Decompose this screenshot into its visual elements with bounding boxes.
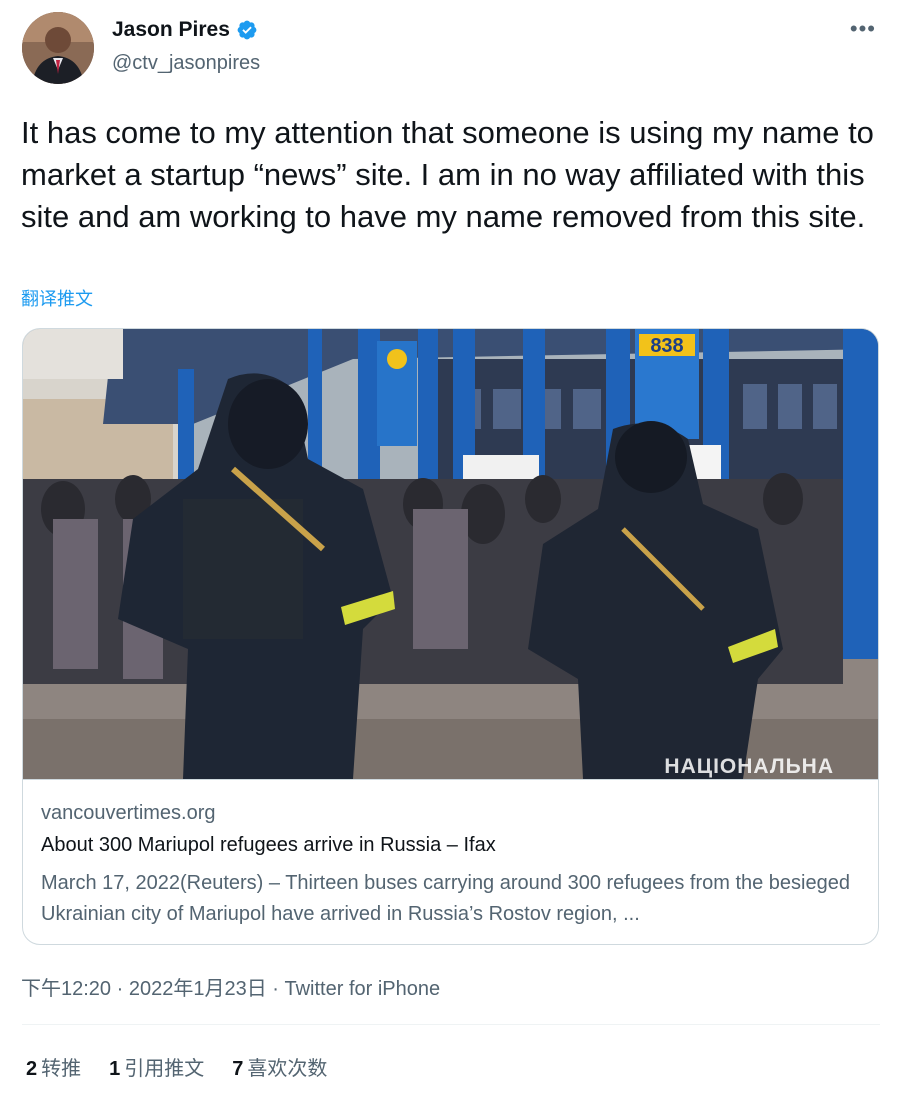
retweets-count: 2	[26, 1058, 38, 1080]
tweet-meta: 下午12:20 · 2022年1月23日 · Twitter for iPhon…	[21, 972, 440, 1001]
card-description: March 17, 2022(Reuters) – Thirteen buses…	[41, 872, 850, 925]
engagement-stats: 2 转推 1 引用推文 7 喜欢次数	[26, 1052, 355, 1081]
retweets-label: 转推	[41, 1058, 82, 1080]
likes-label: 喜欢次数	[247, 1058, 328, 1080]
meta-separator: ·	[266, 978, 285, 1000]
quotes-count: 1	[109, 1058, 121, 1080]
link-card[interactable]: 838 НАЦІОНАЛЬНА vancouvertimes.org About…	[22, 328, 879, 945]
verified-badge-icon	[237, 20, 257, 40]
avatar[interactable]	[22, 12, 94, 84]
card-body: vancouvertimes.org About 300 Mariupol re…	[23, 779, 878, 944]
card-image: 838 НАЦІОНАЛЬНА	[23, 329, 878, 779]
quotes-label: 引用推文	[124, 1058, 205, 1080]
retweets-stat[interactable]: 2 转推	[26, 1052, 81, 1081]
meta-separator: ·	[111, 978, 129, 1000]
author-name-row: Jason Pires	[112, 18, 258, 42]
tweet: Jason Pires @ctv_jasonpires ••• It has c…	[0, 0, 902, 1104]
tweet-date[interactable]: 2022年1月23日	[129, 978, 267, 1000]
card-domain: vancouvertimes.org	[41, 802, 216, 824]
divider	[22, 1024, 880, 1025]
taxi-sign-number: 838	[650, 335, 683, 357]
likes-stat[interactable]: 7 喜欢次数	[232, 1052, 327, 1081]
image-watermark: НАЦІОНАЛЬНА	[664, 755, 834, 778]
more-options-icon[interactable]: •••	[850, 16, 876, 42]
likes-count: 7	[232, 1058, 244, 1080]
tweet-time[interactable]: 下午12:20	[21, 978, 111, 1000]
translate-tweet-link[interactable]: 翻译推文	[21, 285, 93, 311]
card-title: About 300 Mariupol refugees arrive in Ru…	[41, 834, 496, 856]
author-handle[interactable]: @ctv_jasonpires	[112, 52, 260, 75]
quotes-stat[interactable]: 1 引用推文	[109, 1052, 204, 1081]
tweet-source[interactable]: Twitter for iPhone	[285, 978, 441, 1000]
author-display-name[interactable]: Jason Pires	[112, 18, 230, 42]
tweet-text: It has come to my attention that someone…	[21, 115, 874, 234]
